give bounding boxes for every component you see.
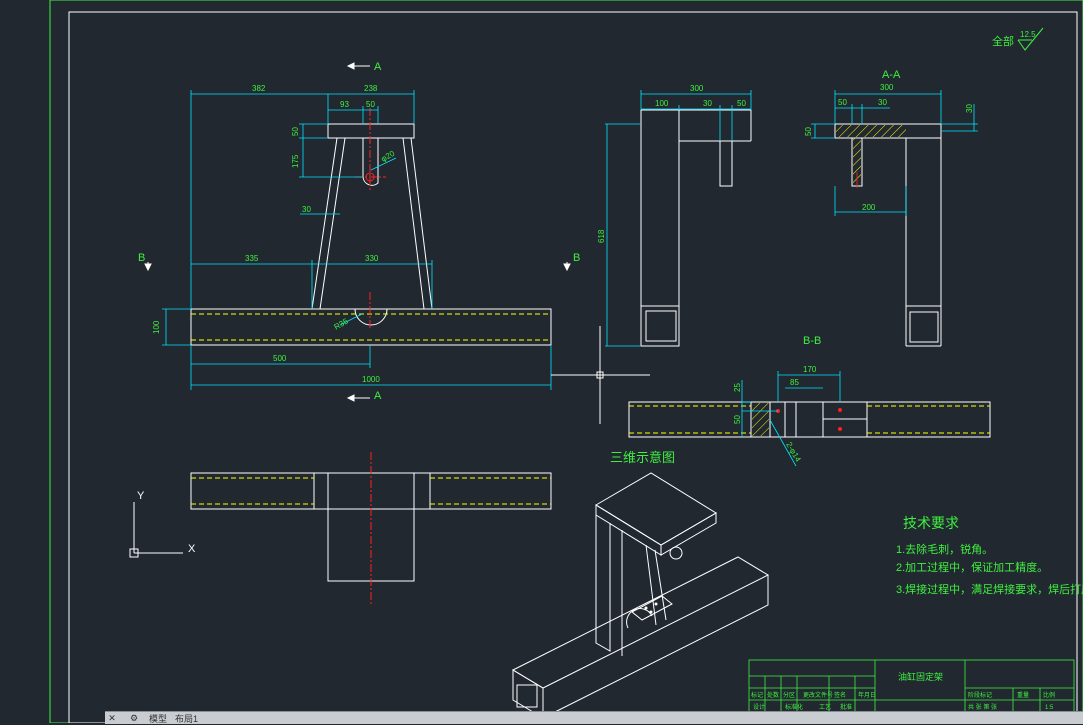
tab-layout[interactable]: 布局1 [175, 713, 198, 724]
bb-dim-25: 25 [733, 383, 742, 392]
dim-335: 335 [245, 254, 259, 263]
ucs-icon [129, 502, 183, 558]
title-part-name: 油缸固定架 [898, 671, 943, 682]
aa-dim-50-left: 50 [804, 127, 813, 136]
bb-dim-phi: 2-φ14 [784, 441, 803, 464]
dim-500: 500 [273, 354, 287, 363]
tb-approve: 批准 [840, 703, 852, 711]
tb-mark: 标记 [751, 691, 763, 699]
dim-93: 93 [340, 100, 349, 109]
tb-sheet: 共 张 第 张 [968, 703, 997, 711]
side-dim-lines [605, 90, 752, 347]
tb-process: 工艺 [819, 703, 831, 711]
dim-1000: 1000 [362, 375, 380, 384]
tb-standard: 标准化 [785, 703, 803, 711]
section-b-label-left: B [138, 252, 145, 264]
section-bb-hatching [752, 403, 769, 436]
dim-100: 100 [152, 320, 161, 334]
tb-change-doc: 更改文件号 [803, 691, 833, 699]
sheet-border [49, 0, 1083, 723]
section-bb-hidden [629, 405, 990, 434]
section-a-label-bottom: A [374, 390, 382, 402]
bb-dim-85: 85 [790, 378, 799, 387]
section-aa-view [834, 123, 942, 347]
crosshair-cursor [551, 326, 650, 424]
aa-dim-50: 50 [838, 98, 847, 107]
tb-stage: 阶段标记 [968, 691, 992, 699]
settings-icon[interactable]: ⚙ [127, 713, 141, 723]
bb-title: B-B [803, 335, 821, 347]
tech-title: 技术要求 [903, 515, 959, 531]
dim-50-top: 50 [366, 100, 375, 109]
tb-designer: 设计 [753, 703, 765, 711]
tech-item-3: 3.焊接过程中，满足焊接要求，焊后打磨。 [896, 582, 1083, 596]
iso-title: 三维示意图 [610, 450, 675, 465]
section-a-label-top: A [374, 61, 382, 73]
front-centerlines [355, 108, 386, 330]
tb-weight: 重量 [1017, 691, 1029, 699]
tab-model[interactable]: 模型 [149, 713, 167, 724]
tb-count: 处数 [767, 691, 779, 699]
tech-item-1: 1.去除毛刺，锐角。 [896, 542, 993, 556]
bb-dim-50: 50 [733, 415, 742, 424]
side-dim-618: 618 [597, 229, 606, 243]
section-bb-view [628, 401, 991, 438]
command-bar: ✕ ⚙ 模型 布局1 [105, 711, 1083, 724]
bb-dim-170: 170 [803, 365, 817, 374]
close-icon[interactable]: ✕ [105, 713, 119, 723]
side-view [640, 109, 752, 347]
surface-finish-label: 全部 [992, 34, 1014, 48]
tb-scale: 比例 [1043, 691, 1055, 699]
side-dim-300: 300 [690, 84, 704, 93]
aa-dim-300: 300 [880, 83, 894, 92]
front-view [190, 123, 552, 346]
tb-date: 年月日 [858, 691, 876, 699]
dim-50-plate: 50 [291, 127, 300, 136]
front-hidden-lines [191, 313, 551, 341]
dim-382: 382 [252, 84, 266, 93]
tb-sign: 签名 [834, 691, 846, 699]
aa-dim-30: 30 [878, 98, 887, 107]
section-b-label-right: B [573, 252, 580, 264]
side-dim-50: 50 [737, 99, 746, 108]
aa-dim-30-right: 30 [965, 104, 974, 113]
side-dim-100: 100 [655, 99, 669, 108]
dim-30-angle: 30 [302, 205, 311, 214]
dim-238: 238 [364, 84, 378, 93]
side-dim-30: 30 [703, 99, 712, 108]
dim-r35: R35 [333, 316, 351, 331]
tb-zone: 分区 [783, 691, 795, 699]
ucs-y-label: Y [137, 490, 145, 502]
tech-item-2: 2.加工过程中，保证加工精度。 [896, 560, 1048, 574]
dim-330: 330 [365, 254, 379, 263]
aa-dim-200: 200 [862, 203, 876, 212]
surface-finish-value: 12.5 [1020, 30, 1036, 39]
front-section-arrows [144, 62, 571, 402]
isometric-view [511, 472, 770, 719]
section-aa-dim-lines [811, 90, 978, 216]
section-aa-hatching [836, 125, 906, 183]
drawing-canvas[interactable]: A A B B 382 238 93 50 50 175 φ20 30 335 … [0, 0, 1083, 723]
dim-175: 175 [291, 154, 300, 168]
ucs-x-label: X [188, 543, 196, 555]
aa-title: A-A [882, 69, 901, 81]
